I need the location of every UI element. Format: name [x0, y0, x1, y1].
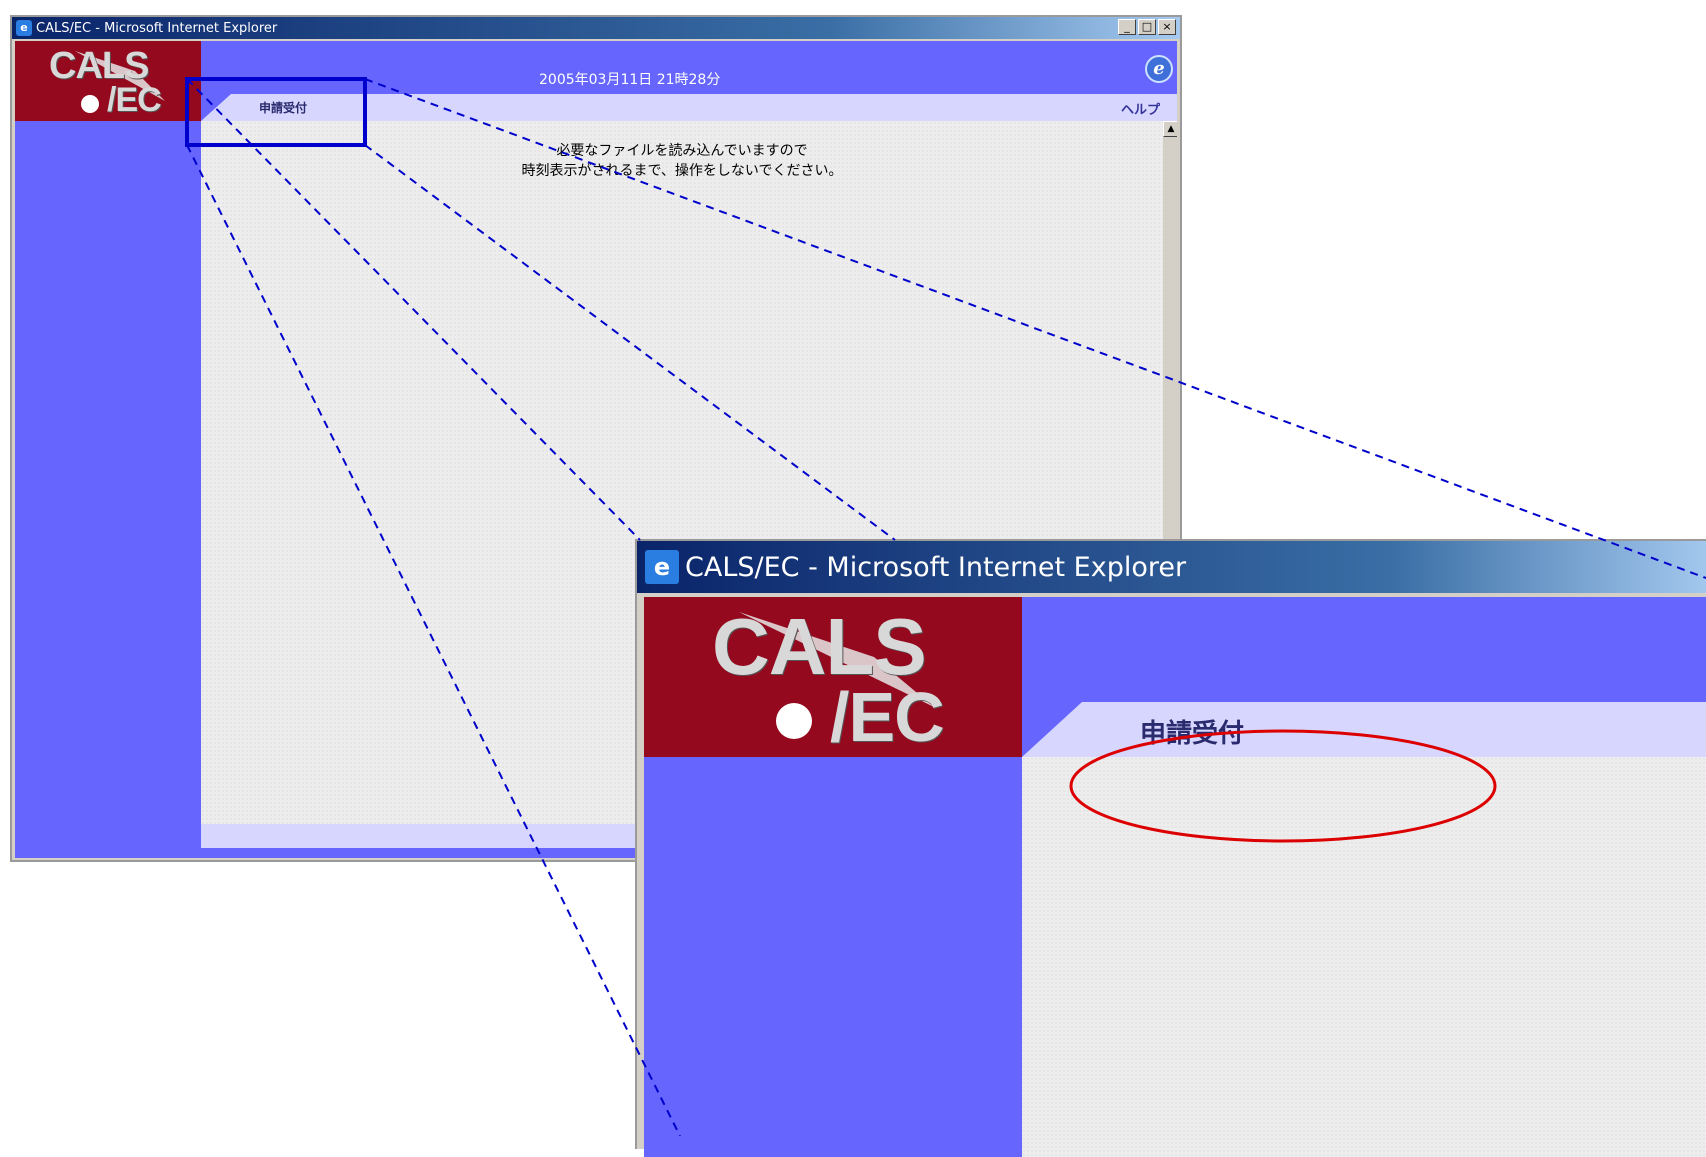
notice-line-2: 時刻表示がされるまで、操作をしないでください。 [521, 163, 843, 179]
zoomed-ie-window: e CALS/EC - Microsoft Internet Explorer … [635, 539, 1706, 1157]
zoom-tab-corner [1022, 702, 1082, 757]
title-bar[interactable]: e CALS/EC - Microsoft Internet Explorer … [12, 17, 1180, 39]
zoom-title-bar[interactable]: e CALS/EC - Microsoft Internet Explorer [637, 541, 1706, 593]
tab-strip [201, 94, 1177, 121]
maximize-button[interactable]: □ [1138, 19, 1156, 35]
zoom-page-content: CALS /EC 申請受付 [644, 597, 1706, 1157]
cals-ec-logo: CALS /EC [15, 41, 201, 121]
window-title: CALS/EC - Microsoft Internet Explorer [36, 20, 278, 36]
tab-application-receipt[interactable]: 申請受付 [259, 99, 307, 116]
help-link[interactable]: ヘルプ [1121, 99, 1160, 118]
scroll-up-arrow-icon[interactable]: ▲ [1163, 121, 1177, 137]
zoom-tab-strip [1022, 702, 1706, 757]
notice-line-1: 必要なファイルを読み込んでいますので [556, 143, 808, 159]
minimize-button[interactable]: _ [1118, 19, 1136, 35]
zoom-cals-ec-logo: CALS /EC [644, 597, 1022, 757]
datetime-display: 2005年03月11日 21時28分 [539, 72, 721, 88]
zoom-logo-ball-icon [776, 703, 812, 739]
logo-ball-icon [81, 95, 99, 113]
zoom-main-area [1022, 757, 1706, 1157]
loading-notice: 必要なファイルを読み込んでいますので 時刻表示がされるまで、操作をしないでくださ… [201, 141, 1163, 181]
tab-corner [201, 94, 231, 121]
ie-globe-icon[interactable]: e [1145, 55, 1173, 83]
ie-page-icon: e [16, 20, 32, 36]
logo-text-ec: /EC [107, 81, 162, 119]
zoom-ie-page-icon: e [645, 550, 679, 584]
window-controls: _ □ × [1118, 19, 1176, 35]
zoom-logo-text-ec: /EC [830, 678, 945, 756]
zoom-tab-application-receipt[interactable]: 申請受付 [1140, 713, 1244, 750]
zoom-window-title: CALS/EC - Microsoft Internet Explorer [685, 551, 1187, 583]
close-button[interactable]: × [1158, 19, 1176, 35]
